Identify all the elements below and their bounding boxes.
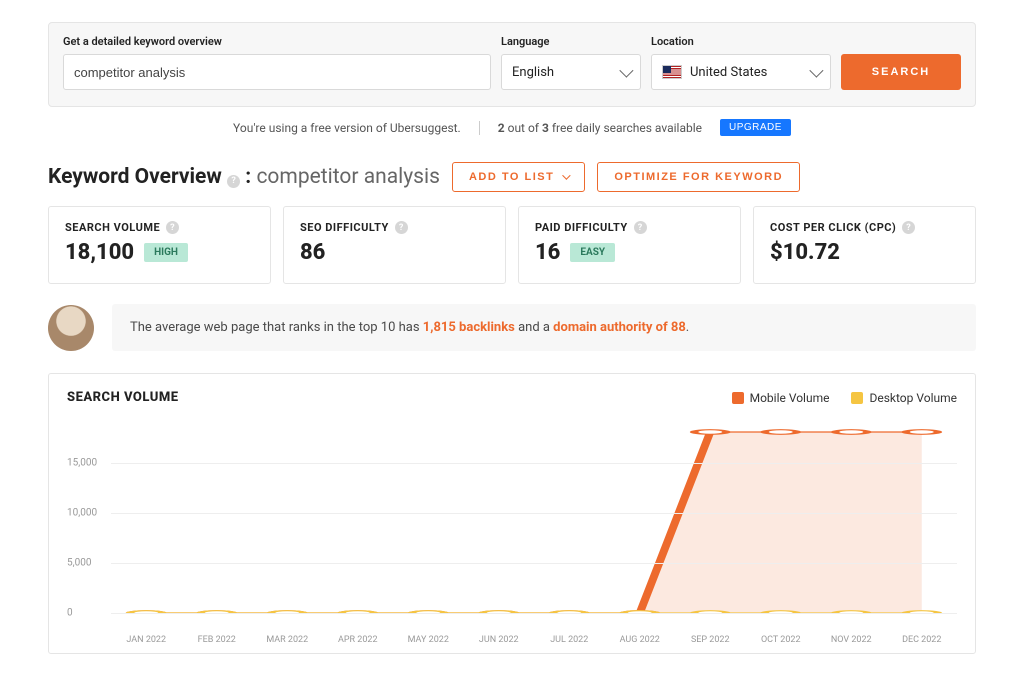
- chevron-down-icon: [562, 171, 570, 179]
- metric-card: PAID DIFFICULTY ? 16EASY: [518, 206, 741, 284]
- avatar: [48, 305, 94, 351]
- y-tick-label: 15,000: [67, 458, 97, 469]
- title-row: Keyword Overview ? : competitor analysis…: [48, 162, 976, 192]
- tip-message: The average web page that ranks in the t…: [112, 304, 976, 351]
- metric-card: COST PER CLICK (CPC) ? $10.72: [753, 206, 976, 284]
- x-tick-label: SEP 2022: [675, 635, 746, 645]
- metric-label: SEO DIFFICULTY ?: [300, 221, 489, 234]
- chart-box: SEARCH VOLUME Mobile Volume Desktop Volum…: [48, 373, 976, 654]
- help-icon[interactable]: ?: [902, 221, 915, 234]
- language-select[interactable]: English: [501, 54, 641, 90]
- legend-item: Desktop Volume: [851, 391, 957, 405]
- x-tick-label: NOV 2022: [816, 635, 887, 645]
- help-icon[interactable]: ?: [395, 221, 408, 234]
- metric-value: $10.72: [770, 240, 959, 265]
- help-icon[interactable]: ?: [634, 221, 647, 234]
- chart-x-axis: JAN 2022FEB 2022MAR 2022APR 2022MAY 2022…: [67, 635, 957, 645]
- x-tick-label: FEB 2022: [182, 635, 253, 645]
- x-tick-label: AUG 2022: [605, 635, 676, 645]
- x-tick-label: JUL 2022: [534, 635, 605, 645]
- flag-us-icon: [662, 65, 682, 79]
- location-value: United States: [690, 65, 767, 80]
- divider: [479, 121, 480, 135]
- metric-pill: HIGH: [144, 243, 188, 262]
- metric-value: 86: [300, 240, 489, 265]
- keyword-input[interactable]: [63, 54, 491, 90]
- search-button[interactable]: SEARCH: [841, 54, 961, 90]
- notice-quota: 2 out of 3 free daily searches available: [498, 121, 702, 135]
- data-point[interactable]: [835, 430, 867, 435]
- metric-value: 18,100HIGH: [65, 240, 254, 265]
- keyword-label: Get a detailed keyword overview: [63, 35, 491, 48]
- free-version-notice: You're using a free version of Ubersugge…: [0, 107, 1024, 148]
- page-title: Keyword Overview ? : competitor analysis: [48, 165, 440, 189]
- chart-title: SEARCH VOLUME: [67, 390, 179, 405]
- y-tick-label: 0: [67, 608, 73, 619]
- chart-area: 0 5,000 10,000 15,000: [67, 413, 957, 633]
- metric-label: COST PER CLICK (CPC) ?: [770, 221, 959, 234]
- y-tick-label: 10,000: [67, 508, 97, 519]
- language-value: English: [512, 65, 554, 80]
- tip-row: The average web page that ranks in the t…: [48, 304, 976, 351]
- metric-value: 16EASY: [535, 240, 724, 265]
- legend-item: Mobile Volume: [732, 391, 830, 405]
- data-point[interactable]: [906, 430, 938, 435]
- search-bar: Get a detailed keyword overview Language…: [48, 22, 976, 107]
- data-point[interactable]: [765, 430, 797, 435]
- x-tick-label: DEC 2022: [887, 635, 958, 645]
- x-tick-label: MAR 2022: [252, 635, 323, 645]
- add-to-list-button[interactable]: ADD TO LIST: [452, 162, 585, 192]
- data-point[interactable]: [694, 430, 726, 435]
- x-tick-label: MAY 2022: [393, 635, 464, 645]
- metric-label: PAID DIFFICULTY ?: [535, 221, 724, 234]
- help-icon[interactable]: ?: [166, 221, 179, 234]
- location-select[interactable]: United States: [651, 54, 831, 90]
- notice-text: You're using a free version of Ubersugge…: [233, 121, 461, 135]
- metric-cards: SEARCH VOLUME ? 18,100HIGH SEO DIFFICULTY …: [48, 206, 976, 284]
- y-tick-label: 5,000: [67, 558, 91, 569]
- metric-pill: EASY: [570, 243, 615, 262]
- metric-card: SEO DIFFICULTY ? 86: [283, 206, 506, 284]
- chevron-down-icon: [809, 64, 823, 78]
- chart-legend: Mobile Volume Desktop Volume: [732, 391, 957, 405]
- x-tick-label: JAN 2022: [111, 635, 182, 645]
- upgrade-button[interactable]: UPGRADE: [720, 119, 791, 136]
- x-tick-label: OCT 2022: [746, 635, 817, 645]
- chevron-down-icon: [619, 64, 633, 78]
- x-tick-label: JUN 2022: [464, 635, 535, 645]
- optimize-keyword-button[interactable]: OPTIMIZE FOR KEYWORD: [597, 162, 800, 192]
- help-icon[interactable]: ?: [227, 175, 240, 188]
- metric-card: SEARCH VOLUME ? 18,100HIGH: [48, 206, 271, 284]
- location-label: Location: [651, 35, 831, 48]
- x-tick-label: APR 2022: [323, 635, 394, 645]
- metric-label: SEARCH VOLUME ?: [65, 221, 254, 234]
- language-label: Language: [501, 35, 641, 48]
